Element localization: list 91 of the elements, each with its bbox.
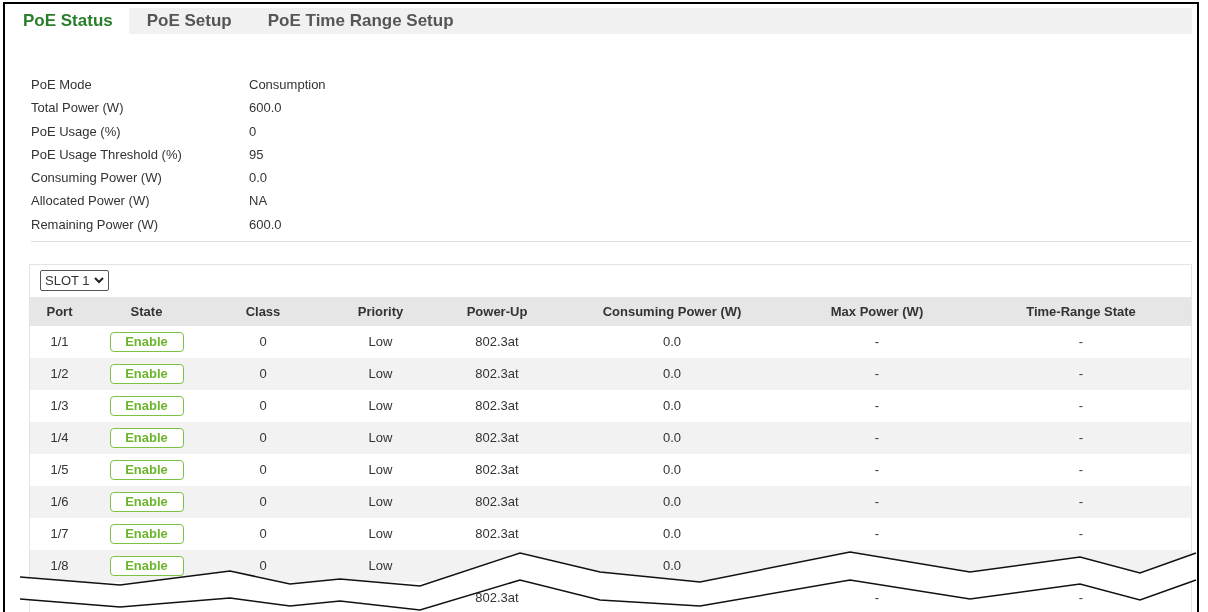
table-cell: -	[1078, 526, 1084, 542]
port-cell: 1/3	[50, 398, 69, 414]
table-cell: 0	[259, 526, 267, 542]
enable-button[interactable]: Enable	[109, 331, 184, 352]
table-cell: 0.0	[662, 494, 682, 510]
column-header: Consuming Power (W)	[602, 303, 742, 319]
field-value: NA	[249, 192, 269, 211]
table-cell: -	[874, 334, 880, 350]
slot-dropdown[interactable]: SLOT 1	[40, 269, 109, 291]
port-cell: 1/4	[50, 430, 69, 446]
field-label: Allocated Power (W)	[31, 192, 151, 211]
table-cell: -	[1078, 366, 1084, 382]
table-cell: -	[1078, 494, 1084, 510]
table-cell: 0.0	[662, 398, 682, 414]
table-cell: 0.0	[662, 462, 682, 478]
field-label: Remaining Power (W)	[31, 215, 160, 234]
table-cell: -	[874, 398, 880, 414]
field-value: 0.0	[249, 169, 269, 188]
enable-button[interactable]: Enable	[109, 523, 184, 544]
table-cell: 0	[259, 334, 267, 350]
table-cell: Low	[368, 494, 393, 510]
table-cell: -	[874, 462, 880, 478]
tab[interactable]: PoE Setup	[128, 8, 250, 34]
table-cell: 802.3at	[475, 462, 519, 478]
field-value: 600.0	[249, 215, 283, 234]
field-value: 95	[249, 145, 265, 164]
enable-button[interactable]: Enable	[109, 427, 184, 448]
table-cell: Low	[368, 430, 393, 446]
column-header: Max Power (W)	[830, 303, 924, 319]
table-cell: Low	[368, 526, 393, 542]
column-header: Class	[245, 303, 281, 319]
table-cell: -	[874, 590, 880, 606]
table-cell: -	[1078, 590, 1084, 606]
port-cell: 1/7	[50, 526, 69, 542]
table-cell: -	[1078, 334, 1084, 350]
tab[interactable]: PoE Time Range Setup	[249, 8, 472, 34]
table-cell: Low	[368, 334, 393, 350]
table-cell: Low	[368, 366, 393, 382]
table-cell: 802.3at	[475, 526, 519, 542]
table-cell: 0.0	[662, 558, 682, 574]
table-cell: Low	[368, 462, 393, 478]
column-header: Time-Range State	[1026, 303, 1136, 319]
table-cell: 0.0	[662, 526, 682, 542]
table-cell: 0.0	[662, 366, 682, 382]
field-value: 600.0	[249, 99, 283, 118]
table-cell: -	[874, 494, 880, 510]
field-label: Consuming Power (W)	[31, 169, 163, 188]
table-cell: Low	[368, 398, 393, 414]
port-cell: 1/8	[50, 558, 69, 574]
field-label: PoE Usage Threshold (%)	[31, 145, 183, 164]
table-cell: -	[1078, 430, 1084, 446]
column-header: Port	[46, 303, 73, 319]
port-cell: 1/2	[50, 366, 69, 382]
table-cell: 0	[259, 494, 267, 510]
port-cell: 1/6	[50, 494, 69, 510]
enable-button[interactable]: Enable	[109, 491, 184, 512]
table-cell: 802.3at	[475, 590, 519, 606]
port-cell: 1/1	[50, 334, 69, 350]
table-cell: -	[1078, 462, 1084, 478]
table-cell: -	[874, 430, 880, 446]
table-cell: 0	[259, 430, 267, 446]
table-cell: 802.3at	[475, 398, 519, 414]
port-cell: 1/5	[50, 462, 69, 478]
column-header: State	[130, 303, 163, 319]
table-cell: 802.3at	[475, 430, 519, 446]
field-label: PoE Mode	[31, 76, 93, 94]
table-cell: -	[874, 526, 880, 542]
table-cell: -	[1078, 398, 1084, 414]
enable-button[interactable]: Enable	[109, 555, 184, 576]
enable-button[interactable]: Enable	[109, 459, 184, 480]
chevron-down-icon	[93, 276, 104, 284]
enable-button[interactable]: Enable	[109, 395, 184, 416]
table-cell: 802.3at	[475, 494, 519, 510]
table-cell: 0.0	[662, 430, 682, 446]
table-cell: 0	[259, 398, 267, 414]
table-cell: 0	[259, 462, 267, 478]
column-header: Priority	[357, 303, 404, 319]
tab[interactable]: PoE Status	[11, 8, 129, 34]
enable-button[interactable]: Enable	[109, 363, 184, 384]
table-cell: 0	[259, 366, 267, 382]
table-cell: 0.0	[662, 334, 682, 350]
table-cell: 0	[259, 558, 267, 574]
field-label: PoE Usage (%)	[31, 122, 122, 141]
table-cell: 802.3at	[475, 366, 519, 382]
column-header: Power-Up	[466, 303, 528, 319]
table-cell: Low	[368, 558, 393, 574]
field-value: Consumption	[249, 76, 327, 94]
field-value: 0	[249, 122, 258, 141]
field-label: Total Power (W)	[31, 99, 125, 118]
table-cell: -	[874, 366, 880, 382]
table-cell: 802.3at	[475, 334, 519, 350]
